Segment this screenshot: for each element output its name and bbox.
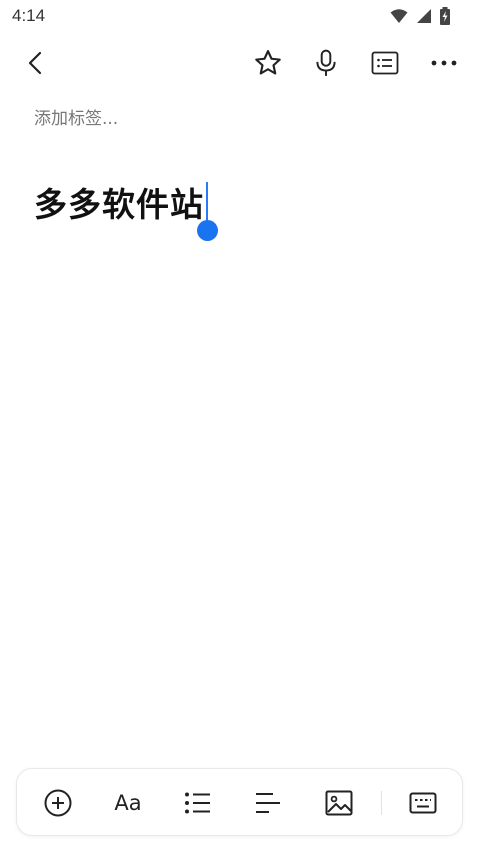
status-icons	[390, 7, 450, 25]
plus-circle-icon	[44, 789, 72, 817]
more-options-button[interactable]	[422, 40, 466, 86]
microphone-icon	[316, 49, 336, 76]
chevron-left-icon	[28, 51, 42, 75]
insert-image-button[interactable]	[316, 780, 362, 826]
bullet-list-icon	[185, 792, 210, 814]
text-cursor	[206, 182, 208, 222]
list-card-icon	[371, 51, 399, 75]
more-horizontal-icon	[431, 60, 457, 66]
keyboard-icon	[409, 792, 437, 814]
status-bar: 4:14	[0, 0, 480, 34]
image-icon	[325, 790, 353, 816]
status-time: 4:14	[12, 6, 46, 25]
editor-toolbar	[0, 40, 480, 88]
formatting-bar: Aa	[16, 768, 463, 836]
favorite-button[interactable]	[246, 40, 290, 86]
text-style-button[interactable]: Aa	[105, 780, 151, 826]
insert-button[interactable]	[35, 780, 81, 826]
cursor-handle[interactable]	[197, 220, 218, 241]
text-style-label: Aa	[114, 791, 142, 815]
note-title[interactable]: 多多软件站	[34, 178, 204, 226]
voice-input-button[interactable]	[304, 40, 348, 86]
align-left-icon	[256, 793, 280, 813]
back-button[interactable]	[14, 40, 58, 86]
keyboard-button[interactable]	[400, 780, 446, 826]
wifi-icon	[390, 9, 408, 23]
signal-icon	[417, 9, 431, 23]
battery-charging-icon	[440, 7, 450, 25]
bullet-list-button[interactable]	[175, 780, 221, 826]
toolbar-divider	[381, 791, 382, 815]
tag-input[interactable]: 添加标签...	[34, 104, 118, 129]
star-icon	[255, 50, 281, 75]
checklist-button[interactable]	[363, 40, 407, 86]
align-button[interactable]	[245, 780, 291, 826]
